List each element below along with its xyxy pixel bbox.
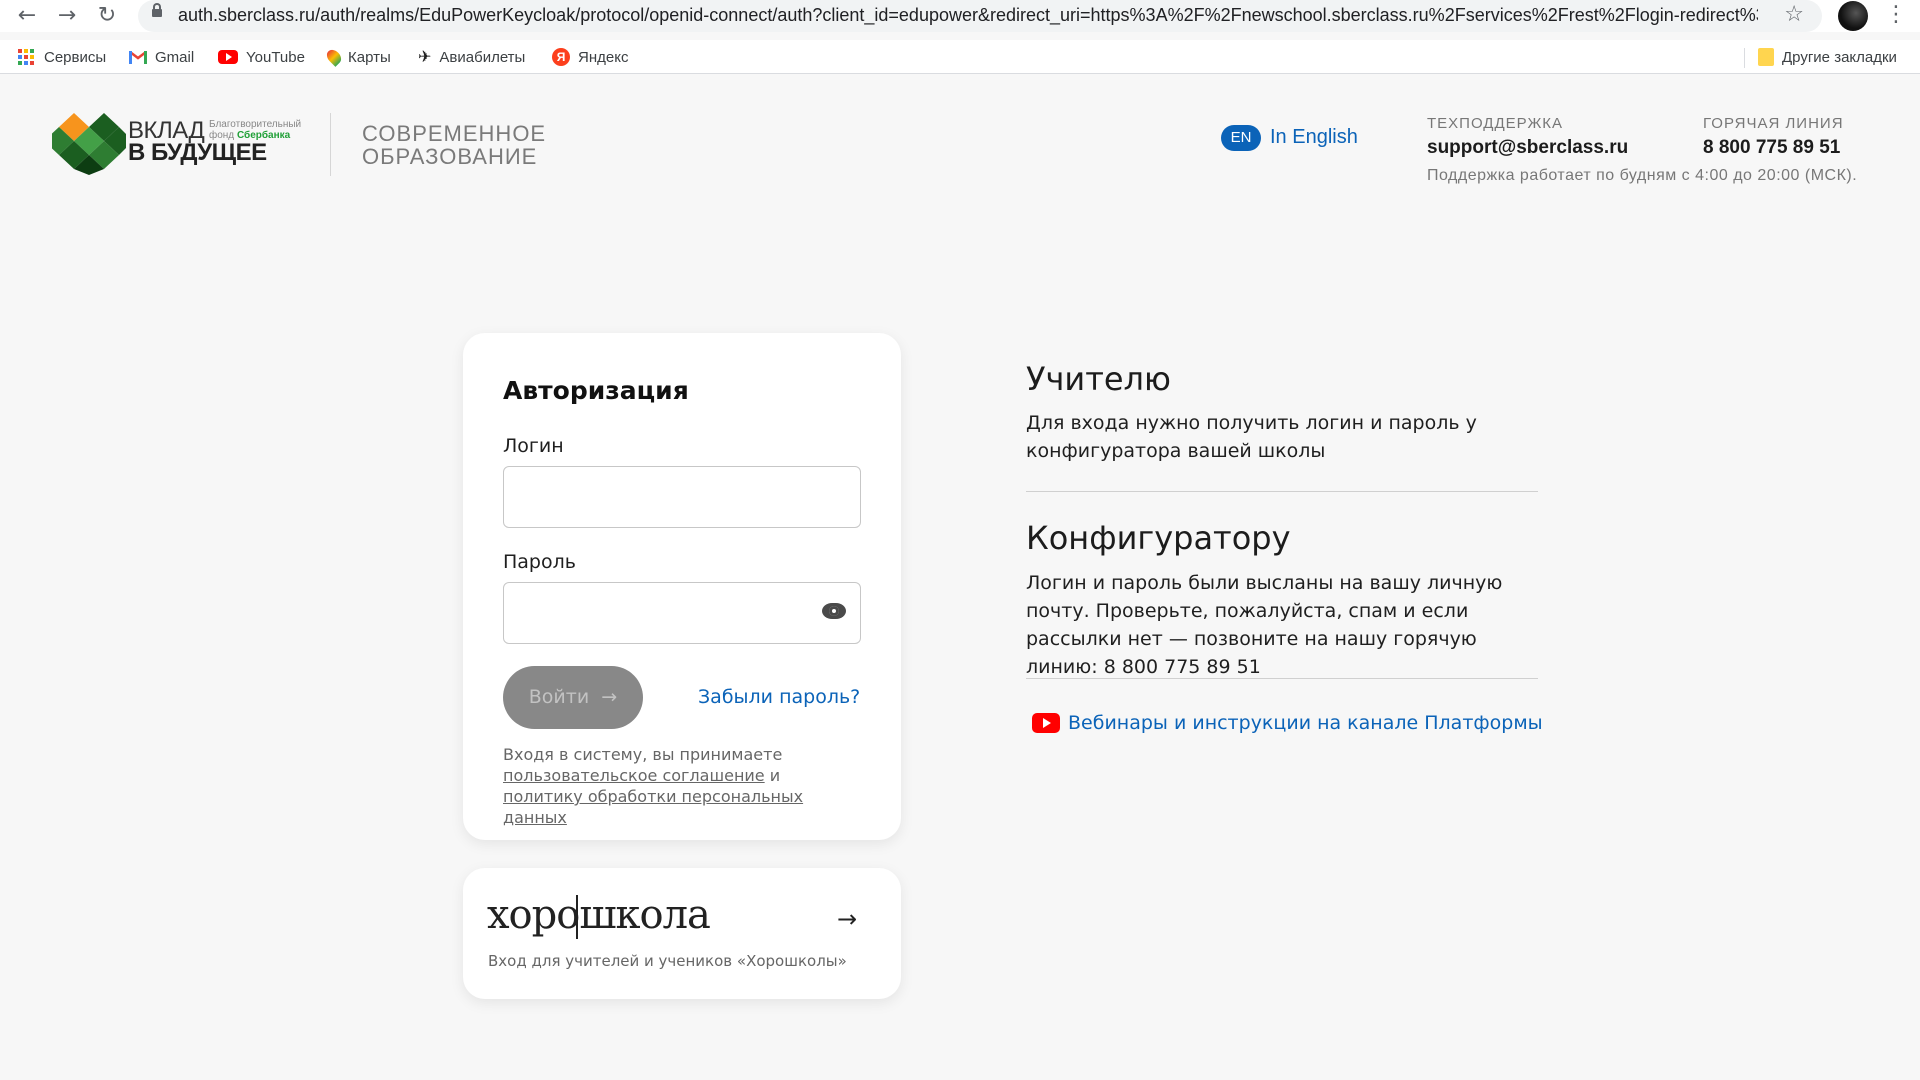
yandex-icon: Я	[552, 48, 570, 66]
bookmark-star-icon[interactable]: ☆	[1784, 2, 1804, 27]
youtube-icon	[1032, 713, 1060, 733]
configurator-text: Логин и пароль были высланы на вашу личн…	[1026, 572, 1503, 678]
hotline-label: ГОРЯЧАЯ ЛИНИЯ	[1703, 115, 1844, 132]
terms-and: и	[769, 766, 781, 785]
bookmarks-divider	[1744, 48, 1745, 68]
browser-menu-icon[interactable]: ⋮	[1885, 2, 1907, 27]
privacy-policy-link[interactable]: политику обработки персональных данных	[503, 787, 803, 827]
apps-grid-icon	[18, 49, 36, 65]
bookmark-youtube[interactable]: YouTube	[218, 46, 305, 68]
login-label: Логин	[503, 435, 564, 457]
logo-small-brand: Сбербанка	[236, 130, 291, 141]
horoshkola-card[interactable]: хорошкола → Вход для учителей и учеников…	[463, 868, 901, 999]
login-button-label: Войти	[528, 686, 590, 708]
forward-icon[interactable]: →	[54, 3, 80, 29]
youtube-icon	[218, 50, 238, 64]
airplane-icon: ✈	[418, 49, 432, 66]
header-divider	[330, 113, 331, 176]
bookmark-services[interactable]: Сервисы	[18, 46, 106, 68]
brand-line1: СОВРЕМЕННОЕ	[362, 121, 547, 146]
configurator-heading: Конфигуратору	[1026, 519, 1291, 557]
arrow-right-icon[interactable]: →	[837, 905, 857, 933]
logo-small-text-2: фонд Сбербанка	[209, 130, 290, 141]
logo-small-prefix: фонд	[209, 130, 235, 141]
bookmarks-bar: Сервисы Gmail YouTube Карты ✈ Авиабилеты…	[0, 40, 1920, 74]
password-input[interactable]	[503, 582, 861, 644]
bookmark-label: Карты	[348, 48, 391, 66]
bookmark-other-folder[interactable]: Другие закладки	[1758, 46, 1897, 68]
bookmark-label: Авиабилеты	[439, 48, 526, 66]
bookmark-avia[interactable]: ✈ Авиабилеты	[418, 46, 525, 68]
bookmark-yandex[interactable]: Я Яндекс	[552, 46, 628, 68]
brand-line2: ОБРАЗОВАНИЕ	[362, 144, 538, 169]
maps-pin-icon	[324, 47, 344, 67]
brand-modern-education: СОВРЕМЕННОЕ ОБРАЗОВАНИЕ	[362, 122, 546, 168]
user-agreement-link[interactable]: пользовательское соглашение	[503, 766, 765, 785]
teacher-text: Для входа нужно получить логин и пароль …	[1026, 412, 1477, 462]
support-label: ТЕХПОДДЕРЖКА	[1427, 115, 1564, 132]
url-text[interactable]: auth.sberclass.ru/auth/realms/EduPowerKe…	[178, 5, 1758, 26]
folder-icon	[1758, 48, 1774, 66]
login-button[interactable]: Войти →	[503, 666, 643, 729]
logo-small-text: Благотворительный	[209, 119, 302, 130]
horoshkola-logo: хорошкола	[487, 892, 711, 938]
language-switch-link[interactable]: In English	[1270, 126, 1358, 149]
logo-diamond-icon	[52, 113, 126, 175]
profile-avatar[interactable]	[1838, 1, 1868, 31]
support-hours: Поддержка работает по будням с 4:00 до 2…	[1427, 167, 1858, 184]
bookmark-label: Яндекс	[578, 48, 629, 66]
reload-icon[interactable]: ↻	[94, 3, 120, 29]
gmail-icon	[129, 51, 147, 64]
login-input[interactable]	[503, 466, 861, 528]
teacher-heading: Учителю	[1026, 360, 1171, 398]
login-card: Авторизация Логин Пароль Войти → Забыли …	[463, 333, 901, 840]
bookmark-maps[interactable]: Карты	[324, 46, 391, 68]
bookmark-label: Другие закладки	[1782, 48, 1897, 66]
youtube-link-text: Вебинары и инструкции на канале Платформ…	[1068, 712, 1543, 734]
horoshkola-subtitle: Вход для учителей и учеников «Хорошколы»	[488, 952, 847, 970]
show-password-eye-icon[interactable]	[822, 603, 846, 619]
arrow-right-icon: →	[595, 686, 618, 708]
forgot-password-link[interactable]: Забыли пароль?	[698, 686, 860, 708]
hotline-phone[interactable]: 8 800 775 89 51	[1703, 137, 1840, 159]
support-email[interactable]: support@sberclass.ru	[1427, 137, 1628, 159]
login-title: Авторизация	[503, 376, 689, 405]
password-label: Пароль	[503, 551, 576, 573]
info-divider	[1026, 678, 1538, 679]
bookmark-label: Gmail	[155, 48, 195, 66]
address-bar[interactable]: auth.sberclass.ru/auth/realms/EduPowerKe…	[138, 0, 1822, 32]
bookmark-gmail[interactable]: Gmail	[129, 46, 194, 68]
back-icon[interactable]: ←	[14, 3, 40, 29]
youtube-channel-link[interactable]: Вебинары и инструкции на канале Платформ…	[1032, 712, 1543, 734]
info-divider	[1026, 491, 1538, 492]
terms-notice: Входя в систему, вы принимаете пользоват…	[503, 744, 863, 828]
bookmark-label: YouTube	[246, 48, 305, 66]
logo-text-line2: В БУДУЩЕЕ	[128, 139, 267, 166]
language-badge[interactable]: EN	[1221, 125, 1261, 151]
horoshkola-logo-caret	[576, 895, 578, 939]
bookmark-label: Сервисы	[44, 48, 107, 66]
browser-toolbar: ← → ↻ auth.sberclass.ru/auth/realms/EduP…	[0, 0, 1920, 32]
lock-icon[interactable]	[152, 3, 162, 17]
terms-prefix: Входя в систему, вы принимаете	[503, 745, 783, 764]
